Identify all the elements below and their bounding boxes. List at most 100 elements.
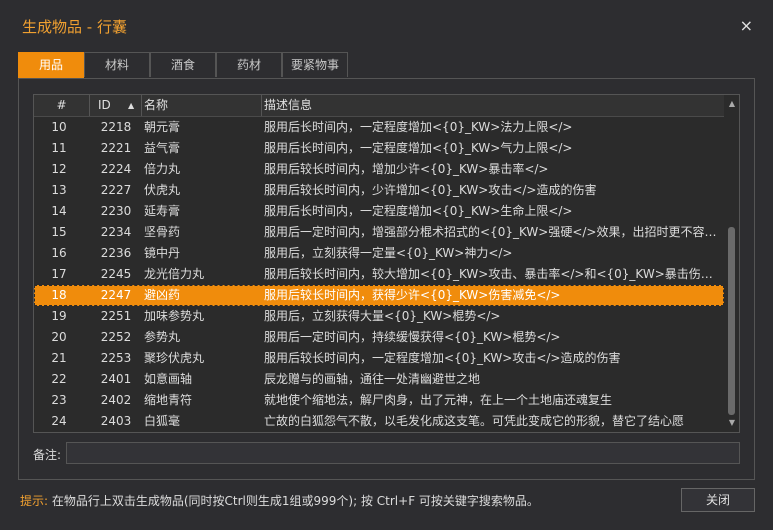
cell-num: 20 [51,330,67,344]
cell-name: 倍力丸 [144,162,181,176]
cell-desc: 服用后较长时间内，增加少许<{0}_KW>暴击率</> [264,162,549,176]
cell-num: 16 [51,246,67,260]
cell-num: 12 [51,162,67,176]
cell-name: 朝元膏 [144,120,181,134]
cell-desc: 亡故的白狐怨气不散，以毛发化成这支笔。可凭此变成它的形貌，替它了结心愿 [264,414,685,428]
cell-desc: 服用后一定时间内，增强部分棍术招式的<{0}_KW>强硬</>效果，出招时更不容… [264,225,724,239]
cell-desc: 服用后长时间内，一定程度增加<{0}_KW>生命上限</> [264,204,573,218]
cell-id: 2251 [100,309,132,323]
column-header-id-label: ID [98,98,111,112]
note-input[interactable] [66,442,740,464]
cell-desc: 服用后较长时间内，获得少许<{0}_KW>伤害减免</> [264,288,561,302]
cell-num: 21 [51,351,67,365]
column-header-num[interactable]: # [34,95,90,116]
table-row-selected[interactable]: 18 2247 避凶药 服用后较长时间内，获得少许<{0}_KW>伤害减免</> [34,285,724,306]
table-row[interactable]: 24 2403 白狐毫 亡故的白狐怨气不散，以毛发化成这支笔。可凭此变成它的形貌，替它… [34,411,724,432]
table-row[interactable]: 11 2221 益气膏 服用后长时间内，一定程度增加<{0}_KW>气力上限</> [34,138,724,159]
scroll-up-icon[interactable]: ▲ [725,97,739,111]
table-row[interactable]: 13 2227 伏虎丸 服用后较长时间内，少许增加<{0}_KW>攻击</>造成的伤害 [34,180,724,201]
cell-name: 延寿膏 [144,204,181,218]
cell-id: 2401 [100,372,132,386]
scroll-down-icon[interactable]: ▼ [725,416,739,430]
table-row[interactable]: 17 2245 龙光倍力丸 服用后较长时间内，较大增加<{0}_KW>攻击、暴击率</… [34,264,724,285]
scrollbar-thumb[interactable] [728,227,735,415]
close-button[interactable]: 关闭 [681,488,755,512]
cell-id: 2221 [100,141,132,155]
cell-id: 2402 [100,393,132,407]
cell-num: 13 [51,183,67,197]
table-row[interactable]: 19 2251 加味参势丸 服用后，立刻获得大量<{0}_KW>棍势</> [34,306,724,327]
tab-materials[interactable]: 材料 [84,52,150,77]
title-bar: 生成物品 - 行囊 × [0,0,773,46]
cell-num: 14 [51,204,67,218]
cell-name: 参势丸 [144,330,181,344]
column-header-name[interactable]: 名称 [142,95,262,116]
cell-id: 2218 [100,120,132,134]
cell-id: 2245 [100,267,132,281]
hint-label: 提示: [20,494,49,508]
tab-supplies[interactable]: 用品 [18,52,84,79]
cell-desc: 服用后长时间内，一定程度增加<{0}_KW>气力上限</> [264,141,573,155]
cell-name: 聚珍伏虎丸 [144,351,205,365]
column-header-id[interactable]: ID [90,95,142,116]
sort-ascending-icon: ▲ [128,101,135,110]
cell-name: 加味参势丸 [144,309,205,323]
close-icon[interactable]: × [740,16,753,35]
cell-desc: 服用后一定时间内，持续缓慢获得<{0}_KW>棍势</> [264,330,561,344]
cell-id: 2224 [100,162,132,176]
table-row[interactable]: 16 2236 镜中丹 服用后，立刻获得一定量<{0}_KW>神力</> [34,243,724,264]
cell-desc: 服用后长时间内，一定程度增加<{0}_KW>法力上限</> [264,120,573,134]
item-table[interactable]: # ID ▲ 名称 描述信息 10 2218 朝元膏 服用后长时间内，一定程度增加<{… [33,94,740,433]
cell-name: 益气膏 [144,141,181,155]
cell-desc: 服用后较长时间内，一定程度增加<{0}_KW>攻击</>造成的伤害 [264,351,621,365]
cell-num: 17 [51,267,67,281]
cell-num: 15 [51,225,67,239]
table-row[interactable]: 14 2230 延寿膏 服用后长时间内，一定程度增加<{0}_KW>生命上限</> [34,201,724,222]
cell-num: 11 [51,141,67,155]
note-label: 备注: [33,448,62,462]
cell-num: 19 [51,309,67,323]
cell-name: 如意画轴 [144,372,193,386]
tab-food-drink[interactable]: 酒食 [150,52,216,77]
cell-num: 10 [51,120,67,134]
table-row[interactable]: 15 2234 坚骨药 服用后一定时间内，增强部分棍术招式的<{0}_KW>强硬</>… [34,222,724,243]
hint-text: 在物品行上双击生成物品(同时按Ctrl则生成1组或999个); 按 Ctrl+F… [48,494,539,508]
cell-id: 2236 [100,246,132,260]
window-title: 生成物品 - 行囊 [22,18,127,36]
cell-desc: 服用后，立刻获得一定量<{0}_KW>神力</> [264,246,513,260]
cell-id: 2252 [100,330,132,344]
table-row[interactable]: 12 2224 倍力丸 服用后较长时间内，增加少许<{0}_KW>暴击率</> [34,159,724,180]
cell-num: 24 [51,414,67,428]
cell-name: 伏虎丸 [144,183,181,197]
cell-name: 缩地青符 [144,393,193,407]
vertical-scrollbar[interactable]: ▲ ▼ [725,95,739,432]
cell-desc: 辰龙赠与的画轴，通往一处清幽避世之地 [264,372,481,386]
hint-bar: 提示: 在物品行上双击生成物品(同时按Ctrl则生成1组或999个); 按 Ct… [20,492,539,509]
table-row[interactable]: 20 2252 参势丸 服用后一定时间内，持续缓慢获得<{0}_KW>棍势</> [34,327,724,348]
cell-num: 23 [51,393,67,407]
tab-key-items[interactable]: 要紧物事 [282,52,348,77]
cell-id: 2403 [100,414,132,428]
column-header-desc[interactable]: 描述信息 [262,95,724,116]
cell-name: 坚骨药 [144,225,181,239]
cell-name: 避凶药 [144,288,181,302]
tab-herbs[interactable]: 药材 [216,52,282,77]
cell-id: 2234 [100,225,132,239]
cell-num: 18 [51,288,67,302]
cell-id: 2253 [100,351,132,365]
table-row[interactable]: 23 2402 缩地青符 就地使个缩地法，解尸肉身，出了元神，在上一个土地庙还魂复生 [34,390,724,411]
table-row[interactable]: 21 2253 聚珍伏虎丸 服用后较长时间内，一定程度增加<{0}_KW>攻击</>造… [34,348,724,369]
cell-id: 2230 [100,204,132,218]
cell-name: 白狐毫 [144,414,181,428]
cell-num: 22 [51,372,67,386]
cell-desc: 服用后较长时间内，少许增加<{0}_KW>攻击</>造成的伤害 [264,183,597,197]
cell-desc: 服用后，立刻获得大量<{0}_KW>棍势</> [264,309,501,323]
cell-name: 龙光倍力丸 [144,267,205,281]
cell-desc: 服用后较长时间内，较大增加<{0}_KW>攻击、暴击率</>和<{0}_KW>暴… [264,267,724,281]
cell-name: 镜中丹 [144,246,181,260]
table-row[interactable]: 10 2218 朝元膏 服用后长时间内，一定程度增加<{0}_KW>法力上限</> [34,117,724,138]
cell-desc: 就地使个缩地法，解尸肉身，出了元神，在上一个土地庙还魂复生 [264,393,613,407]
cell-id: 2247 [100,288,132,302]
table-row[interactable]: 22 2401 如意画轴 辰龙赠与的画轴，通往一处清幽避世之地 [34,369,724,390]
table-header: # ID ▲ 名称 描述信息 [34,95,724,117]
